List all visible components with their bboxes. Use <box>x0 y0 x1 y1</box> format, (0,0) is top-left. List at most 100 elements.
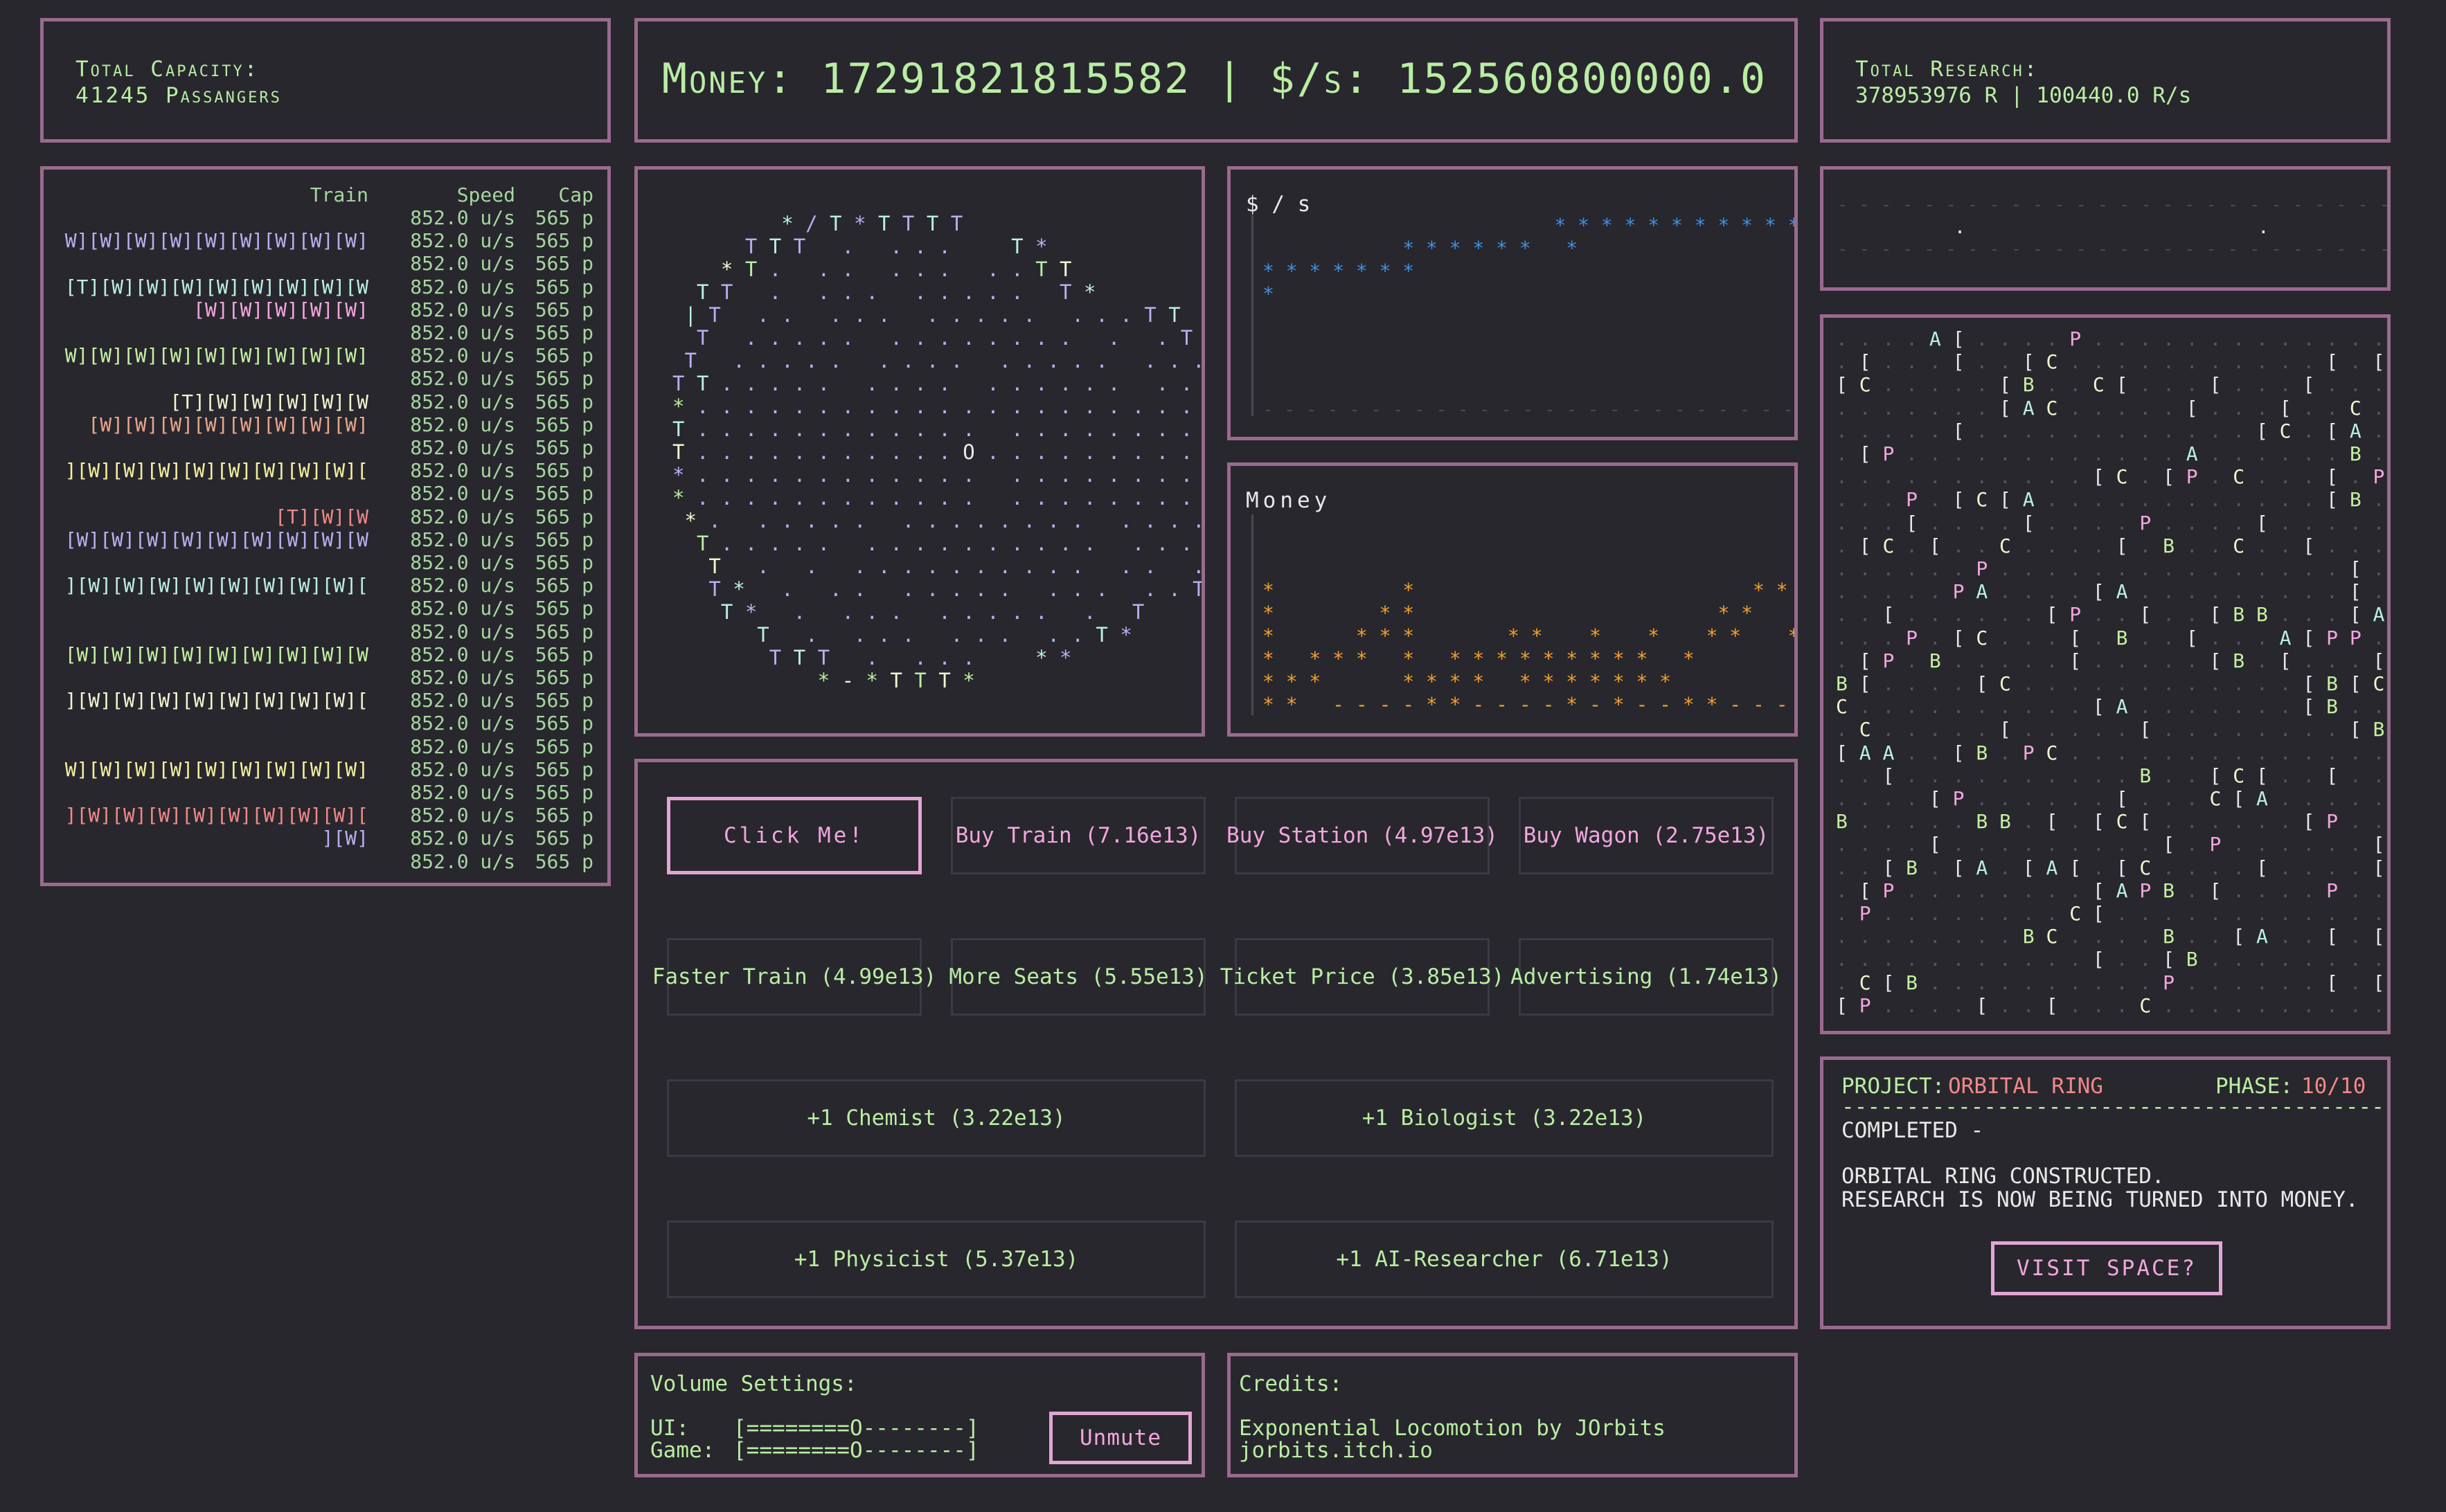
research-grid-row: B [ . . . . [ C . . . . . . . . . . . . … <box>1836 672 2385 696</box>
train-speed: 852.0 u/s <box>410 781 515 804</box>
research-grid-row: . . . . . . . [ A C . . . . . [ . . . [ … <box>1836 396 2385 420</box>
ui-volume-slider[interactable]: [========O--------] <box>733 1416 979 1441</box>
train-speed: 852.0 u/s <box>410 620 515 643</box>
unmute-button[interactable]: Unmute <box>1049 1412 1192 1464</box>
train-capacity: 565 p <box>535 689 593 712</box>
space-stars: . . <box>1837 215 2269 238</box>
planet-row: T T T . . . . * * <box>769 646 1072 669</box>
trains-header: Train Speed Cap <box>44 183 607 206</box>
train-row: ][W][W][W][W][W][W][W][W][852.0 u/s 565 p <box>44 574 607 597</box>
buy-wagon-button[interactable]: Buy Wagon (2.75e13) <box>1519 797 1774 874</box>
train-capacity: 565 p <box>535 275 593 298</box>
train-speed: 852.0 u/s <box>410 528 515 551</box>
header-cap: Cap <box>558 183 593 206</box>
train-row: 852.0 u/s 565 p <box>44 367 607 390</box>
project-message-2: RESEARCH IS NOW BEING TURNED INTO MONEY. <box>1841 1187 2359 1212</box>
space-view-panel: - - - - - - - - - - - - - - - - - - - - … <box>1820 166 2391 291</box>
research-grid-row: . [ P . . . . . . . . . . . . A . . . . … <box>1836 442 2385 466</box>
buy-train-button[interactable]: Buy Train (7.16e13) <box>951 797 1206 874</box>
planet-row: * . . . . . . . . . . . . . . . . . . . … <box>684 509 1205 532</box>
train-row: 852.0 u/s 565 p <box>44 712 607 735</box>
hire-physicist-button[interactable]: +1 Physicist (5.37e13) <box>667 1221 1206 1298</box>
train-speed: 852.0 u/s <box>410 459 515 483</box>
research-grid-row: [ P . . . . [ . . [ . . . C . . . . . . … <box>1836 993 2385 1017</box>
header-train: Train <box>310 183 368 206</box>
train-capacity: 565 p <box>535 298 593 321</box>
train-capacity: 565 p <box>535 344 593 368</box>
planet-row: T . . . . . . . . . . . . . . . . . . . … <box>672 417 1193 441</box>
research-grid-row: C . . . . . . . . . . [ A . . . . . . . … <box>1836 695 2385 719</box>
credits-title: Credits: <box>1239 1371 1343 1396</box>
research-grid-row: . . . . . P A . . . . [ A . . . . . . . … <box>1836 580 2385 604</box>
planet-row: T . . . . . . . . . . . . . . . . . . . … <box>696 532 1193 555</box>
train-speed: 852.0 u/s <box>410 206 515 229</box>
research-title: Total Research: <box>1855 57 2039 82</box>
research-grid-row: . . . . [ P . . . . . . [ . . . C [ A . … <box>1836 787 2385 811</box>
train-speed: 852.0 u/s <box>410 551 515 574</box>
train-speed: 852.0 u/s <box>410 642 515 666</box>
research-grid-row: . . . . [ . . . . . . . . . [ . P . . . … <box>1836 833 2385 856</box>
train-speed: 852.0 u/s <box>410 436 515 459</box>
hire-chemist-button[interactable]: +1 Chemist (3.22e13) <box>667 1079 1206 1157</box>
train-row: 852.0 u/s 565 p <box>44 781 607 804</box>
money-chart-row: * * * * * <box>1262 579 1788 602</box>
space-dash-top: - - - - - - - - - - - - - - - - - - - - … <box>1837 195 2391 215</box>
game-volume-slider[interactable]: [========O--------] <box>733 1438 979 1463</box>
faster-train-button[interactable]: Faster Train (4.99e13) <box>652 938 936 1016</box>
credits-panel: Credits: Exponential Locomotion by JOrbi… <box>1227 1353 1798 1477</box>
visit-space-button[interactable]: VISIT SPACE? <box>1991 1241 2222 1295</box>
planet-row: T . . . . . . . . . . . . . . . T <box>696 326 1193 350</box>
game-volume-label: Game: <box>650 1438 715 1463</box>
train-row: [W][W][W][W][W][W][W][W] 852.0 u/s 565 p <box>44 413 607 436</box>
capacity-title: Total Capacity: <box>75 57 260 82</box>
train-row: 852.0 u/s 565 p <box>44 252 607 275</box>
hire-ai-researcher-button[interactable]: +1 AI-Researcher (6.71e13) <box>1235 1221 1774 1298</box>
research-grid-row: . [ C . [ . . C . . . . [ . B . . C . . … <box>1836 534 2385 557</box>
train-capacity: 565 p <box>535 321 593 344</box>
planet-row: | T . . . . . . . . . . . . . T T <box>684 303 1181 327</box>
advertising-button[interactable]: Advertising (1.74e13) <box>1510 938 1782 1016</box>
volume-panel: Volume Settings: UI: [========O--------]… <box>634 1353 1205 1477</box>
capacity-value: 41245 Passangers <box>75 83 282 108</box>
research-grid: . . . . A [ . . . . P . . . . . . . . . … <box>1836 327 2387 1017</box>
hire-biologist-button[interactable]: +1 Biologist (3.22e13) <box>1235 1079 1774 1157</box>
research-grid-row: . . . . . . . . . . . [ C . [ P . C . . … <box>1836 465 2385 489</box>
planet-row: * / T * T T T T <box>781 212 963 235</box>
credits-author: Exponential Locomotion by JOrbits <box>1239 1416 1666 1441</box>
money-separator: | <box>1217 55 1244 103</box>
train-speed: 852.0 u/s <box>410 827 515 850</box>
planet-row: * - * T T T * <box>817 669 975 692</box>
train-capacity: 565 p <box>535 252 593 276</box>
credits-link[interactable]: jorbits.itch.io <box>1239 1438 1433 1463</box>
planet-row: * T . . . . . . . . T T <box>720 258 1072 281</box>
train-row: 852.0 u/s 565 p <box>44 551 607 574</box>
train-capacity: 565 p <box>535 459 593 483</box>
train-visual: [W][W][W][W][W][W][W][W][W <box>64 642 368 666</box>
train-visual: [W][W][W][W][W][W][W][W] <box>88 413 368 436</box>
train-row: 852.0 u/s 565 p <box>44 206 607 229</box>
train-capacity: 565 p <box>535 804 593 827</box>
research-grid-row: . C . . . . . [ . . . . . [ . . . . . . … <box>1836 718 2385 741</box>
project-message-1: ORBITAL RING CONSTRUCTED. <box>1841 1164 2165 1189</box>
train-speed: 852.0 u/s <box>410 804 515 827</box>
money-amount: 17291821815582 <box>821 55 1191 103</box>
research-grid-row: . . . . . . . . . . . [ . . [ B . . . . … <box>1836 948 2385 971</box>
research-grid-panel: . . . . A [ . . . . P . . . . . . . . . … <box>1820 314 2391 1034</box>
dps-chart-panel: $ / s * * * * * * * * * * * * * * * * * … <box>1227 166 1798 440</box>
train-capacity: 565 p <box>535 436 593 459</box>
research-grid-row: . [ P . . . . . . . . [ A P B . [ . . . … <box>1836 879 2385 902</box>
more-seats-button[interactable]: More Seats (5.55e13) <box>949 938 1208 1016</box>
train-row: 852.0 u/s 565 p <box>44 850 607 873</box>
train-speed: 852.0 u/s <box>410 390 515 413</box>
ticket-price-button[interactable]: Ticket Price (3.85e13) <box>1220 938 1504 1016</box>
dps-chart-title: $ / s <box>1246 192 1311 217</box>
train-speed: 852.0 u/s <box>410 757 515 781</box>
train-visual: [T][W][W <box>275 505 368 528</box>
capacity-panel: Total Capacity: 41245 Passangers <box>40 18 611 143</box>
money-label: Money: <box>661 55 795 103</box>
train-speed: 852.0 u/s <box>410 344 515 368</box>
buy-station-button[interactable]: Buy Station (4.97e13) <box>1226 797 1498 874</box>
train-speed: 852.0 u/s <box>410 597 515 620</box>
click-me-button[interactable]: Click Me! <box>667 797 922 874</box>
research-grid-row: . P . . . . . . . . C [ . . . . . . . . … <box>1836 902 2385 926</box>
